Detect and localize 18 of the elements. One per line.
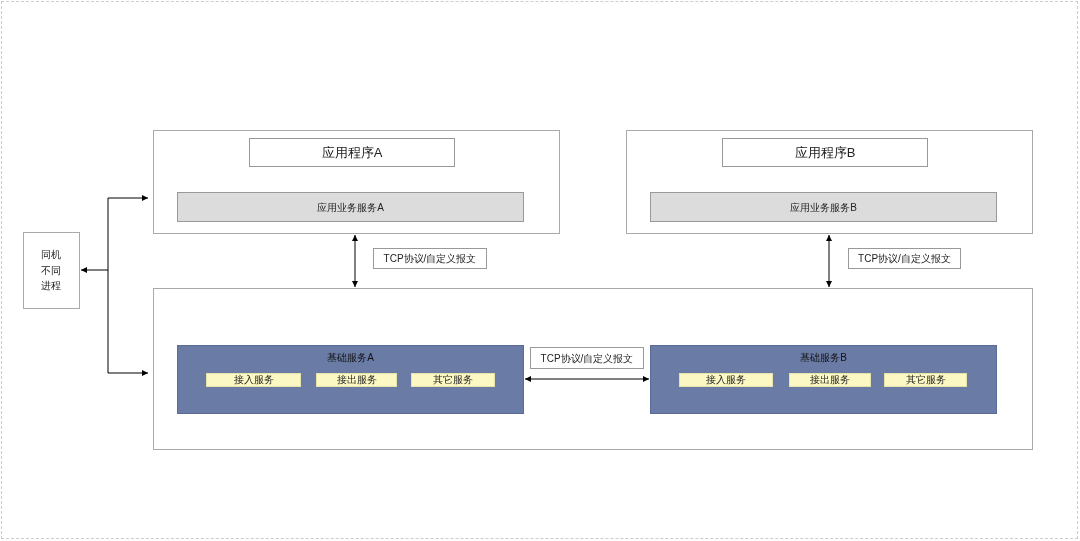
panel-title: 基础服务B: [799, 351, 848, 365]
application-title: 应用程序A: [249, 138, 455, 167]
double-arrow: [826, 234, 832, 288]
service-tag: 其它服务: [884, 373, 967, 387]
protocol-label: TCP协议/自定义报文: [530, 347, 644, 369]
service-bar: 应用业务服务B: [650, 192, 997, 222]
service-tag: 接出服务: [316, 373, 397, 387]
protocol-label: TCP协议/自定义报文: [373, 248, 487, 269]
service-tag: 接入服务: [206, 373, 301, 387]
protocol-label: TCP协议/自定义报文: [848, 248, 961, 269]
service-tag: 其它服务: [411, 373, 495, 387]
service-tag: 接出服务: [789, 373, 871, 387]
service-bar: 应用业务服务A: [177, 192, 524, 222]
panel-title: 基础服务A: [326, 351, 375, 365]
service-tag: 接入服务: [679, 373, 773, 387]
double-arrow: [352, 234, 358, 288]
node-label: 同机不同进程: [41, 248, 62, 294]
application-title: 应用程序B: [722, 138, 928, 167]
